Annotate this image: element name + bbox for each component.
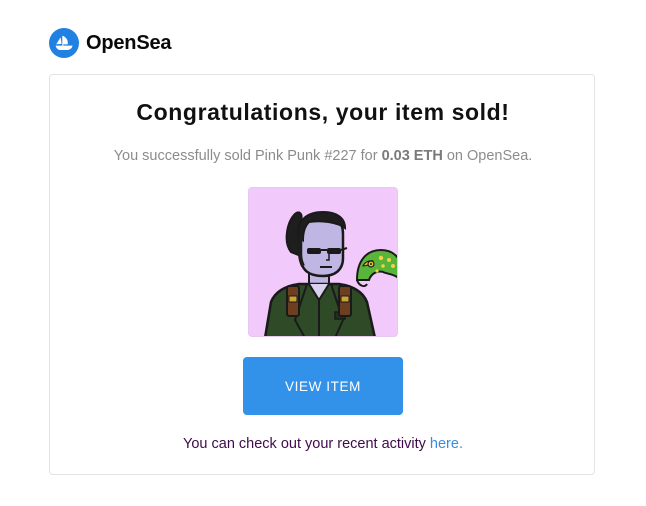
recent-activity-text: You can check out your recent activity <box>183 436 426 452</box>
recent-activity-link[interactable]: here. <box>430 436 463 452</box>
sale-message-prefix: You successfully sold Pink Punk #227 for <box>113 148 378 164</box>
sale-price: 0.03 ETH <box>381 148 443 164</box>
sale-message: You successfully sold Pink Punk #227 for… <box>50 148 596 164</box>
email-page: OpenSea Congratulations, your item sold!… <box>0 0 646 506</box>
nft-item-image[interactable] <box>248 187 398 337</box>
view-item-button[interactable]: VIEW ITEM <box>243 357 403 415</box>
pink-punk-nft-image <box>249 188 397 336</box>
sale-message-suffix: on OpenSea. <box>446 148 533 164</box>
brand-name: OpenSea <box>86 31 172 54</box>
sale-notification-card: Congratulations, your item sold! You suc… <box>49 74 595 475</box>
opensea-sailboat-icon <box>49 28 79 58</box>
recent-activity-note: You can check out your recent activity h… <box>50 436 596 452</box>
opensea-logo[interactable]: OpenSea <box>49 28 172 58</box>
page-title: Congratulations, your item sold! <box>136 99 510 125</box>
